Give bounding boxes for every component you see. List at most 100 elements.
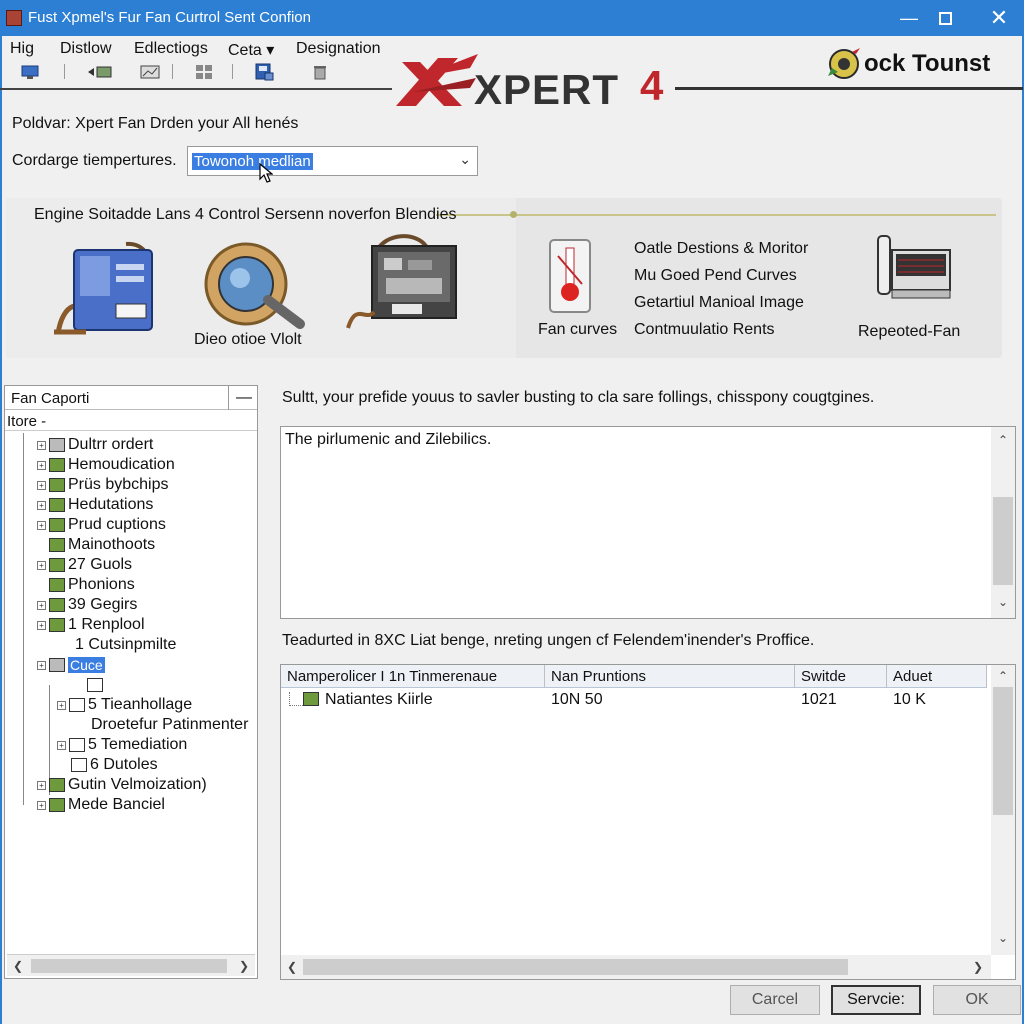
folder-icon: [49, 658, 65, 672]
table-cell: 1021: [801, 691, 837, 708]
tree-body: + Dultrr ordert + Hemoudication + Prüs bybc…: [5, 430, 257, 952]
tree-header: Fan Caporti —: [5, 386, 257, 410]
tree-node[interactable]: + Dultrr ordert: [37, 435, 153, 455]
scrollbar-thumb[interactable]: [31, 959, 227, 973]
expand-icon: +: [57, 740, 66, 750]
menu-distlow[interactable]: Distlow: [60, 40, 112, 58]
tree-node[interactable]: +5 Tieanhollage: [57, 695, 192, 715]
tree-title: Fan Caporti: [5, 386, 229, 410]
toolbar-separator: [64, 64, 65, 79]
tree-node[interactable]: +1 Renplool: [37, 615, 145, 635]
chevron-down-icon[interactable]: ⌄: [998, 595, 1008, 609]
folder-icon: [49, 598, 65, 612]
tree-node[interactable]: Phonions: [49, 575, 135, 595]
feature-option[interactable]: Getartiul Manioal Image: [634, 294, 804, 312]
tree-node[interactable]: +5 Temediation: [57, 735, 187, 755]
folder-icon: [49, 618, 65, 632]
tree-node[interactable]: + Prüs bybchips: [37, 475, 169, 495]
tree-node-selected[interactable]: + Cuce: [37, 655, 105, 675]
checkbox-icon[interactable]: [69, 698, 85, 712]
tree-node[interactable]: +27 Guols: [37, 555, 132, 575]
tree-node[interactable]: Mainothoots: [49, 535, 155, 555]
trash-icon[interactable]: [310, 63, 330, 80]
tree-node[interactable]: + Gutin Velmoization): [37, 775, 207, 795]
scrollbar-thumb[interactable]: [993, 497, 1013, 585]
tree-node[interactable]: + Hedutations: [37, 495, 153, 515]
tree-node-label: 1 Cutsinpmilte: [75, 636, 177, 653]
ok-button[interactable]: OK: [933, 985, 1021, 1015]
chevron-right-icon[interactable]: ❯: [239, 959, 249, 973]
app-icon: [6, 10, 22, 26]
column-header[interactable]: Aduet: [887, 665, 987, 688]
collapse-button[interactable]: —: [231, 386, 257, 410]
tree-horizontal-scrollbar[interactable]: ❮ ❯: [7, 954, 255, 976]
scrollbar-thumb[interactable]: [303, 959, 848, 975]
column-header[interactable]: Nan Pruntions: [545, 665, 795, 688]
tree-node[interactable]: +39 Gegirs: [37, 595, 137, 615]
tree-node-label: Hemoudication: [68, 456, 175, 473]
chevron-up-icon[interactable]: ⌃: [998, 669, 1008, 683]
minimize-icon: —: [900, 7, 918, 28]
folder-icon: [49, 458, 65, 472]
scrollbar-thumb[interactable]: [993, 687, 1013, 815]
expand-icon: +: [37, 800, 46, 810]
expand-icon: +: [37, 620, 46, 630]
fan-unit-icon[interactable]: [872, 232, 956, 314]
description-vertical-scrollbar[interactable]: ⌃ ⌄: [991, 427, 1015, 618]
arrow-monitor-icon[interactable]: [86, 63, 114, 80]
maximize-button[interactable]: [922, 0, 968, 36]
feature-header: Engine Soitadde Lans 4 Control Sersenn n…: [34, 206, 457, 223]
description-textarea[interactable]: The pirlumenic and Zilebilics. ⌃ ⌄: [280, 426, 1016, 619]
service-button[interactable]: Servcie:: [831, 985, 921, 1015]
chevron-down-icon[interactable]: ⌄: [998, 931, 1008, 945]
tree-node[interactable]: 1 Cutsinpmilte: [75, 635, 176, 655]
maximize-icon: [938, 11, 952, 25]
tree-node[interactable]: 6 Dutoles: [71, 755, 158, 775]
chevron-right-icon[interactable]: ❯: [973, 960, 983, 974]
thermometer-icon[interactable]: [546, 236, 598, 316]
close-icon: ✕: [989, 5, 1009, 30]
tree-node[interactable]: Droetefur Patinmenter: [91, 715, 248, 735]
tree-node[interactable]: + Mede Banciel: [37, 795, 165, 815]
tree-node[interactable]: + Prud cuptions: [37, 515, 166, 535]
checkbox-icon[interactable]: [69, 738, 85, 752]
folder-icon: [49, 578, 65, 592]
menu-ceta[interactable]: Ceta ▾: [228, 40, 274, 60]
chart-icon[interactable]: [140, 63, 160, 80]
tree-node-label: Mainothoots: [68, 536, 156, 553]
monitor-icon[interactable]: [20, 63, 40, 80]
device-icon[interactable]: [52, 234, 162, 342]
chevron-up-icon[interactable]: ⌃: [998, 433, 1008, 447]
grid-icon[interactable]: [194, 63, 214, 80]
column-header[interactable]: Namperolicer I 1n Tinmerenaue: [281, 665, 545, 688]
save-icon[interactable]: [254, 63, 274, 80]
tree-filter[interactable]: Itore -: [7, 413, 46, 430]
chevron-left-icon[interactable]: ❮: [287, 960, 297, 974]
table-horizontal-scrollbar[interactable]: ❮ ❯: [281, 955, 991, 979]
folder-icon: [49, 558, 65, 572]
menu-hig[interactable]: Hig: [10, 40, 34, 58]
checkbox-icon[interactable]: [71, 758, 87, 772]
tree-node-label: Phonions: [68, 576, 135, 593]
expand-icon: +: [37, 460, 46, 470]
close-button[interactable]: ✕: [976, 0, 1022, 36]
menu-designation[interactable]: Designation: [296, 40, 381, 58]
feature-caption: Repeoted-Fan: [858, 323, 961, 340]
tree-node-label: Dultrr ordert: [68, 436, 154, 453]
temperature-select[interactable]: Towonoh medlian ⌄: [187, 146, 478, 176]
circuit-board-icon[interactable]: [346, 232, 460, 334]
tree-node[interactable]: + Hemoudication: [37, 455, 175, 475]
tree-node[interactable]: [87, 675, 103, 695]
chevron-left-icon[interactable]: ❮: [13, 959, 23, 973]
feature-caption: Dieo otioe Vlolt: [194, 331, 302, 348]
checkbox-icon[interactable]: [87, 678, 103, 692]
cancel-button[interactable]: Carcel: [730, 985, 820, 1015]
magnifier-icon[interactable]: [200, 238, 310, 330]
feature-option[interactable]: Contmuulatio Rents: [634, 321, 775, 339]
feature-option[interactable]: Oatle Destions & Moritor: [634, 240, 808, 258]
table-row[interactable]: Natiantes Kiirle 10N 50 1021 10 K: [281, 689, 987, 711]
table-vertical-scrollbar[interactable]: ⌃ ⌄: [991, 665, 1015, 955]
menu-edlectiogs[interactable]: Edlectiogs: [134, 40, 208, 58]
feature-option[interactable]: Mu Goed Pend Curves: [634, 267, 797, 285]
column-header[interactable]: Switde: [795, 665, 887, 688]
